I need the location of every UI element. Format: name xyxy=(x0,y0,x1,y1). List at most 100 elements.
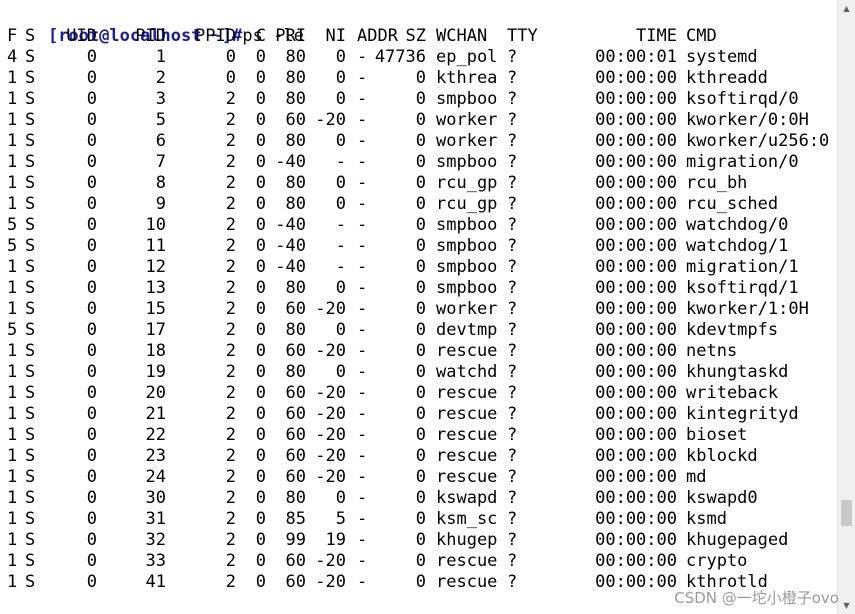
cell-cmd: kdevtmpfs xyxy=(686,320,779,340)
vertical-scrollbar[interactable]: ▲ ▼ xyxy=(837,0,855,614)
cell-ni: - xyxy=(335,257,346,277)
cell-sz: 0 xyxy=(415,152,426,172)
cell-s: S xyxy=(25,236,36,256)
cell-tty: ? xyxy=(507,362,518,382)
terminal-output[interactable]: [root@localhost ~]#ps -le F S UID PID PPID C P… xyxy=(0,0,838,614)
cell-ni: -20 xyxy=(315,341,346,361)
cell-addr: - xyxy=(357,152,368,172)
cell-time: 00:00:00 xyxy=(595,236,677,256)
cell-pri: 80 xyxy=(285,320,306,340)
table-row: 1 S 0 12 2 0 -40- -0 smpboo? 00:00:00 migration/1 xyxy=(0,257,838,278)
cell-c: 0 xyxy=(255,47,266,67)
cell-f: 1 xyxy=(7,530,18,550)
cell-c: 0 xyxy=(255,215,266,235)
table-row: 1 S 0 8 2 0 80 0-0 rcu_gp? 00:00:00 rcu_bh xyxy=(0,173,838,194)
cell-c: 0 xyxy=(255,488,266,508)
cell-tty: ? xyxy=(507,110,518,130)
table-row: 5 S 0 17 2 0 80 0-0 devtmp? 00:00:00 kdevtmpfs xyxy=(0,320,838,341)
cell-uid: 0 xyxy=(86,299,97,319)
cell-c: 0 xyxy=(255,383,266,403)
cell-pid: 24 xyxy=(145,467,166,487)
table-row: 1 S 0 19 2 0 80 0-0 watchd? 00:00:00 khungtaskd xyxy=(0,362,838,383)
cell-wchan: worker xyxy=(436,131,498,151)
cell-time: 00:00:01 xyxy=(595,47,677,67)
cell-time: 00:00:00 xyxy=(595,383,677,403)
cell-tty: ? xyxy=(507,383,518,403)
cell-wchan: smpboo xyxy=(436,215,498,235)
cell-pid: 7 xyxy=(155,152,166,172)
cell-ppid: 2 xyxy=(225,152,236,172)
cell-c: 0 xyxy=(255,551,266,571)
header-uid: UID xyxy=(66,26,97,46)
cell-pri: -40 xyxy=(275,152,306,172)
cell-f: 1 xyxy=(7,572,18,592)
cell-f: 1 xyxy=(7,68,18,88)
cell-ni: 19 xyxy=(325,530,346,550)
cell-wchan: rescue xyxy=(436,404,498,424)
cell-cmd: kthreadd xyxy=(686,68,768,88)
header-s: S xyxy=(25,26,36,46)
cell-pri: -40 xyxy=(275,257,306,277)
cell-wchan: rescue xyxy=(436,341,498,361)
table-row: 1 S 0 2 0 0 80 0-0 kthrea? 00:00:00 kthreadd xyxy=(0,68,838,89)
cell-uid: 0 xyxy=(86,173,97,193)
cell-cmd: migration/1 xyxy=(686,257,799,277)
cell-wchan: smpboo xyxy=(436,257,498,277)
cell-c: 0 xyxy=(255,68,266,88)
header-pid: PID xyxy=(135,26,166,46)
cell-sz: 0 xyxy=(415,362,426,382)
cell-uid: 0 xyxy=(86,404,97,424)
cell-uid: 0 xyxy=(86,131,97,151)
cell-uid: 0 xyxy=(86,320,97,340)
scrollbar-thumb[interactable] xyxy=(841,500,852,526)
cell-pid: 10 xyxy=(145,215,166,235)
cell-uid: 0 xyxy=(86,257,97,277)
cell-cmd: systemd xyxy=(686,47,758,67)
cell-addr: - xyxy=(357,257,368,277)
cell-uid: 0 xyxy=(86,383,97,403)
table-row: 1 S 0 23 2 0 60 -20-0 rescue? 00:00:00 kblockd xyxy=(0,446,838,467)
cell-s: S xyxy=(25,173,36,193)
cell-uid: 0 xyxy=(86,362,97,382)
cell-pri: 80 xyxy=(285,488,306,508)
cell-f: 1 xyxy=(7,257,18,277)
cell-sz: 0 xyxy=(415,341,426,361)
cell-c: 0 xyxy=(255,257,266,277)
arrow-down-icon[interactable]: ▼ xyxy=(838,597,855,614)
cell-c: 0 xyxy=(255,299,266,319)
cell-s: S xyxy=(25,362,36,382)
cell-f: 1 xyxy=(7,173,18,193)
table-row: 1 S 0 24 2 0 60 -20-0 rescue? 00:00:00 md xyxy=(0,467,838,488)
cell-s: S xyxy=(25,425,36,445)
cell-ni: -20 xyxy=(315,110,346,130)
cell-addr: - xyxy=(357,299,368,319)
cell-c: 0 xyxy=(255,110,266,130)
table-row: 1 S 0 32 2 0 99 19-0 khugep? 00:00:00 khugepaged xyxy=(0,530,838,551)
header-pri: PRI xyxy=(275,26,306,46)
cell-ni: - xyxy=(335,215,346,235)
cell-f: 1 xyxy=(7,425,18,445)
cell-ni: -20 xyxy=(315,425,346,445)
table-row: 1 S 0 15 2 0 60 -20-0 worker? 00:00:00 kworker/1:0… xyxy=(0,299,838,320)
cell-f: 1 xyxy=(7,341,18,361)
cell-cmd: watchdog/0 xyxy=(686,215,789,235)
cell-pri: 60 xyxy=(285,341,306,361)
cell-ni: -20 xyxy=(315,299,346,319)
cell-wchan: kthrea xyxy=(436,68,498,88)
cell-c: 0 xyxy=(255,236,266,256)
arrow-up-icon[interactable]: ▲ xyxy=(838,0,855,17)
cell-sz: 0 xyxy=(415,215,426,235)
cell-f: 5 xyxy=(7,320,18,340)
cell-pid: 11 xyxy=(145,236,166,256)
table-row: 5 S 0 10 2 0 -40- -0 smpboo? 00:00:00 watchdog/0 xyxy=(0,215,838,236)
cell-wchan: rescue xyxy=(436,383,498,403)
cell-addr: - xyxy=(357,89,368,109)
table-row: 1 S 0 33 2 0 60 -20-0 rescue? 00:00:00 crypto xyxy=(0,551,838,572)
cell-s: S xyxy=(25,47,36,67)
cell-ni: 0 xyxy=(335,131,346,151)
cell-addr: - xyxy=(357,278,368,298)
cell-s: S xyxy=(25,383,36,403)
cell-time: 00:00:00 xyxy=(595,530,677,550)
cell-ppid: 2 xyxy=(225,404,236,424)
cell-time: 00:00:00 xyxy=(595,257,677,277)
